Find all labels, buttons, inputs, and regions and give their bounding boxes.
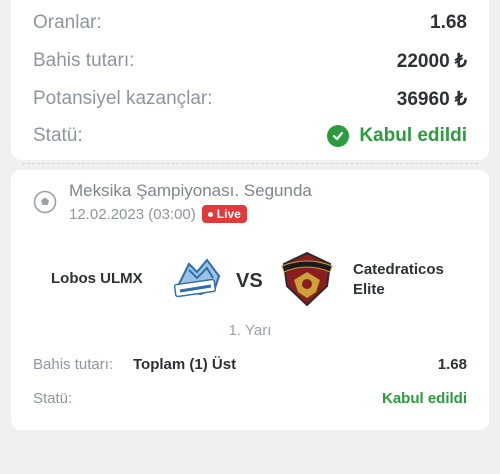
bet-summary-card: Oranlar: 1.68 Bahis tutarı: 22000 ₺ Pota… <box>11 0 489 160</box>
odds-value: 1.68 <box>430 12 467 33</box>
event-status-value: Kabul edildi <box>381 389 467 407</box>
odds-row: Oranlar: 1.68 <box>33 8 467 38</box>
check-circle-icon <box>327 125 350 147</box>
match-period: 1. Yarı <box>228 322 272 339</box>
ticket-notch-left <box>4 156 18 170</box>
home-team-name: Lobos ULMX <box>51 270 143 287</box>
status-value: Kabul edildi <box>359 125 467 146</box>
away-team-name-line2: Elite <box>353 281 385 298</box>
football-icon <box>33 190 57 214</box>
live-badge-label: Live <box>216 207 241 221</box>
league-header: Meksika Şampiyonası. Segunda 12.02.2023 … <box>33 180 312 223</box>
winnings-value: 36960 ₺ <box>396 88 467 110</box>
league-name: Meksika Şampiyonası. Segunda <box>69 181 312 200</box>
live-dot-icon <box>207 211 213 217</box>
bet-odds: 1.68 <box>437 355 467 373</box>
live-badge: Live <box>201 205 247 223</box>
winnings-label: Potansiyel kazançlar: <box>33 88 213 109</box>
versus-label: VS <box>236 270 263 292</box>
winnings-row: Potansiyel kazançlar: 36960 ₺ <box>33 84 467 114</box>
ticket-divider <box>22 163 478 164</box>
event-status-row: Statü: Kabul edildi <box>33 386 467 410</box>
event-status-label: Statü: <box>33 389 73 407</box>
bet-selection: Toplam (1) Üst <box>133 355 237 373</box>
bet-label: Bahis tutarı: <box>33 355 114 373</box>
odds-label: Oranlar: <box>33 12 102 33</box>
status-row: Statü: Kabul edildi <box>33 121 467 151</box>
stake-label: Bahis tutarı: <box>33 50 135 71</box>
event-card[interactable]: Meksika Şampiyonası. Segunda 12.02.2023 … <box>11 170 489 430</box>
status-label: Statü: <box>33 125 83 146</box>
away-team-name: Catedraticos Elite <box>353 260 444 300</box>
stake-value: 22000 ₺ <box>396 50 467 72</box>
home-team-logo <box>173 258 221 298</box>
away-team-logo <box>281 251 333 307</box>
bet-row: Bahis tutarı: Toplam (1) Üst 1.68 <box>33 352 467 376</box>
event-date: 12.02.2023 (03:00) <box>69 205 196 223</box>
away-team-name-line1: Catedraticos <box>353 261 444 278</box>
stake-row: Bahis tutarı: 22000 ₺ <box>33 46 467 76</box>
ticket-notch-right <box>482 156 496 170</box>
status-indicator: Kabul edildi <box>327 125 467 147</box>
